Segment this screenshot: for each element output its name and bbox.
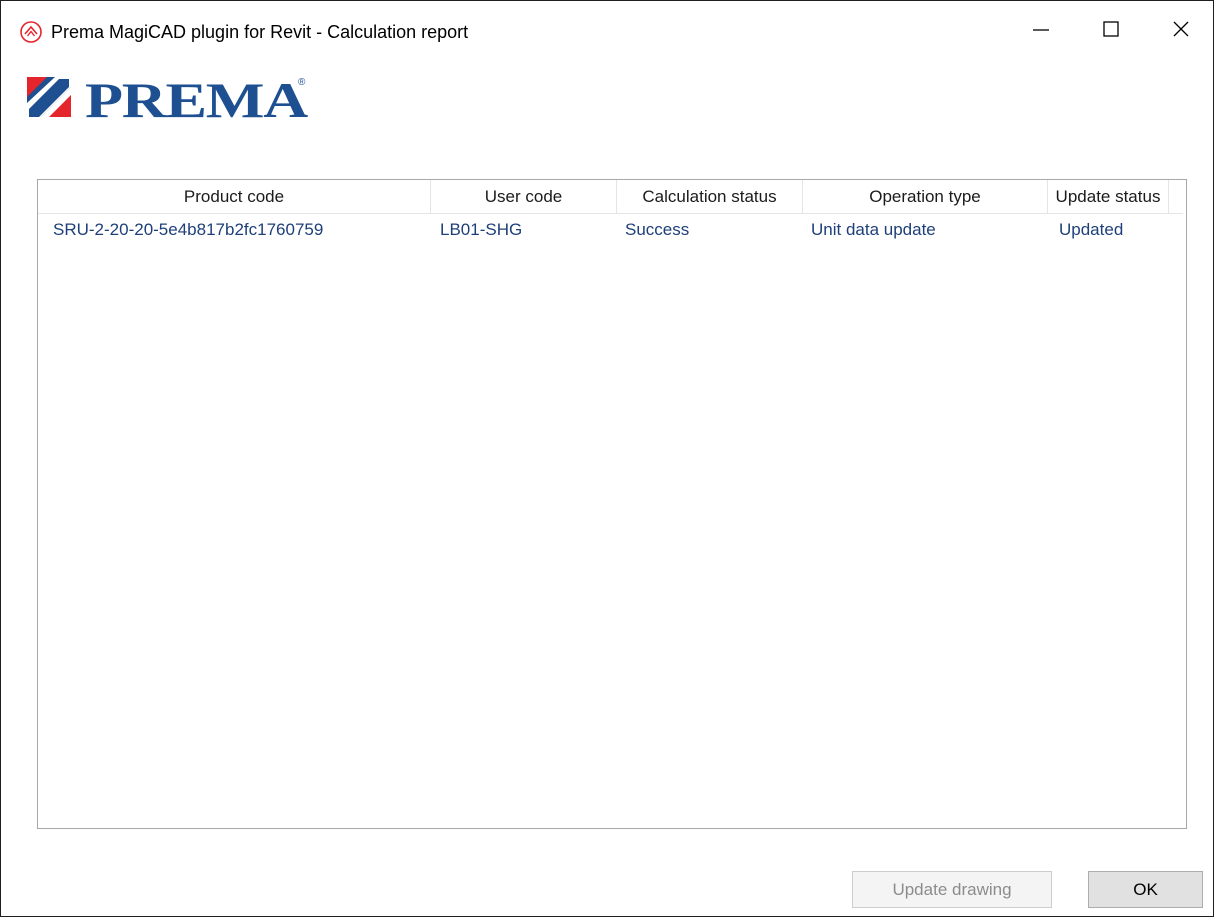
close-icon [1172,20,1190,43]
cell-update-status: Updated [1059,220,1124,239]
column-header-user-code[interactable]: User code [431,180,617,213]
prema-logo: PREMA ® [27,72,317,128]
list-header: Product code User code Calculation statu… [38,180,1183,214]
cell-calculation-status: Success [625,220,690,239]
maximize-button[interactable] [1076,1,1146,61]
table-row[interactable]: SRU-2-20-20-5e4b817b2fc1760759 LB01-SHG … [38,214,1183,246]
column-header-product-code[interactable]: Product code [38,180,431,213]
prema-app-icon [19,20,43,44]
cell-product-code: SRU-2-20-20-5e4b817b2fc1760759 [53,220,324,239]
column-header-calculation-status[interactable]: Calculation status [617,180,803,213]
close-button[interactable] [1146,1,1214,61]
minimize-icon [1032,20,1050,43]
maximize-icon [1102,20,1120,43]
minimize-button[interactable] [1006,1,1076,61]
cell-user-code: LB01-SHG [440,220,523,239]
window-title: Prema MagiCAD plugin for Revit - Calcula… [51,22,469,42]
logo-registered-mark: ® [298,77,306,88]
update-drawing-button[interactable]: Update drawing [852,871,1052,908]
column-header-operation-type[interactable]: Operation type [803,180,1048,213]
cell-operation-type: Unit data update [811,220,936,239]
calculation-report-window: Prema MagiCAD plugin for Revit - Calcula… [0,0,1214,917]
column-header-update-status[interactable]: Update status [1048,180,1169,213]
ok-button[interactable]: OK [1088,871,1203,908]
title-bar[interactable]: Prema MagiCAD plugin for Revit - Calcula… [1,1,1213,61]
report-list[interactable]: Product code User code Calculation statu… [37,179,1187,829]
logo-wordmark: PREMA [85,73,308,125]
